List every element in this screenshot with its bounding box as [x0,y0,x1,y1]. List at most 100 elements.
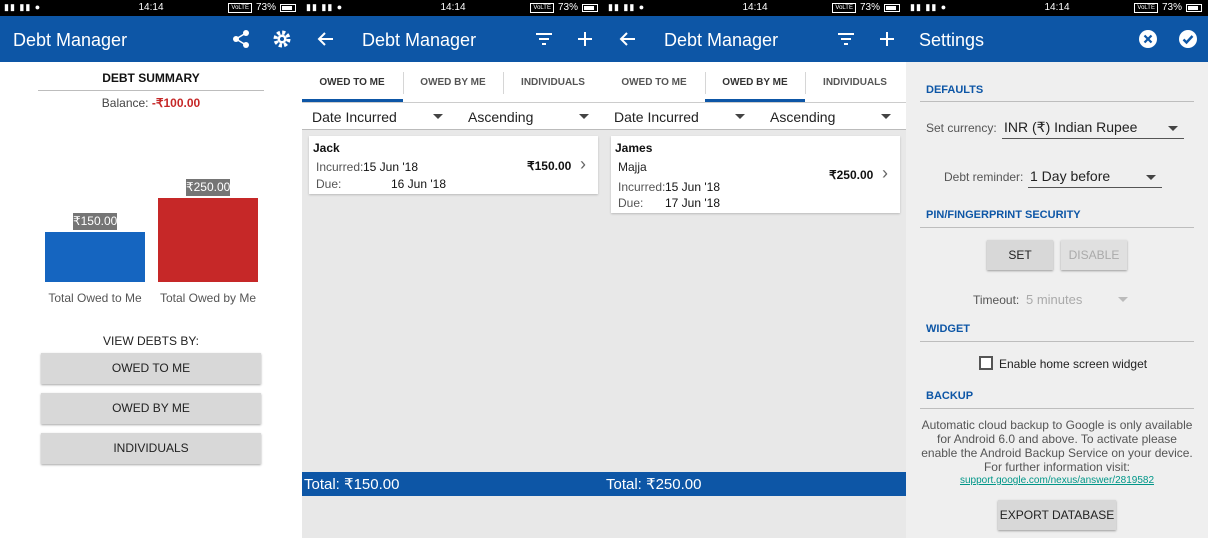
app-title: Debt Manager [13,30,128,50]
chart-category-label: Total Owed to Me [48,291,142,305]
total-bar: Total: ₹150.00 [302,472,604,496]
defaults-heading: DEFAULTS [926,84,984,96]
chart-category-label: Total Owed by Me [159,291,257,305]
backup-heading: BACKUP [926,390,974,402]
gear-icon[interactable] [269,26,295,52]
tab-owed-by-me[interactable]: OWED BY ME [705,62,805,102]
tab-owed-to-me[interactable]: OWED TO ME [302,62,402,102]
owed-to-me-button[interactable]: OWED TO ME [41,353,261,384]
currency-select[interactable]: INR (₹) Indian Rupee [1002,119,1184,139]
disable-pin-button[interactable]: DISABLE [1061,240,1127,270]
tab-individuals[interactable]: INDIVIDUALS [805,62,905,102]
section-divider [920,101,1194,102]
app-bar: Debt Manager [302,16,604,62]
tab-bar: OWED TO ME OWED BY ME INDIVIDUALS [302,62,604,103]
debtor-name: Jack [313,141,340,155]
summary-screen: ▮▮ ▮▮ ● 14:14 VoLTE 73% Debt Manager DEB… [0,0,302,538]
tab-owed-to-me[interactable]: OWED TO ME [604,62,704,102]
reminder-label: Debt reminder: [944,170,1024,184]
sort-order-caret-icon [881,114,891,119]
balance-value: -₹100.00 [151,96,201,110]
incurred-date: 15 Jun '18 [665,180,721,194]
sort-order-caret-icon [579,114,589,119]
reminder-value: 1 Day before [1030,168,1111,184]
filter-icon[interactable] [833,26,859,52]
sort-row: Date Incurred Ascending [604,102,906,130]
chevron-down-icon [1118,297,1128,302]
due-date: 17 Jun '18 [665,196,721,210]
sort-field-select[interactable]: Date Incurred [312,109,397,125]
debt-note: Majja [618,160,647,174]
volte-badge: VoLTE [228,2,252,13]
status-bar: ▮▮ ▮▮ ● 14:14 VoLTE 73% [0,0,302,16]
tab-owed-by-me[interactable]: OWED BY ME [403,62,503,102]
timeout-value: 5 minutes [1026,292,1083,307]
balance-label: Balance: [101,96,149,110]
filter-icon[interactable] [531,26,557,52]
battery-icon [582,3,598,12]
view-by-label: VIEW DEBTS BY: [102,334,200,348]
widget-checkbox-label: Enable home screen widget [999,357,1148,371]
timeout-select[interactable]: 5 minutes [1024,291,1128,309]
owed-by-me-screen: ▮▮ ▮▮ ● 14:14 VoLTE 73% Debt Manager OWE… [604,0,906,538]
debt-amount: ₹150.00 [527,159,572,173]
export-database-button[interactable]: EXPORT DATABASE [998,500,1116,530]
volte-badge: VoLTE [530,2,554,13]
status-right: VoLTE 73% [832,2,900,13]
debt-list-item[interactable]: James Majja Incurred: 15 Jun '18 Due: 17… [611,136,900,213]
status-right: VoLTE 73% [228,2,296,13]
status-bar: ▮▮ ▮▮ ● 14:14 VoLTE 73% [906,0,1208,16]
sort-field-caret-icon [735,114,745,119]
chevron-right-icon: › [580,154,586,174]
owed-by-me-button[interactable]: OWED BY ME [41,393,261,424]
incurred-label: Incurred: [316,160,364,174]
battery-icon [884,3,900,12]
status-bar: ▮▮ ▮▮ ● 14:14 VoLTE 73% [302,0,604,16]
chart-bar [158,198,258,282]
back-arrow-icon[interactable] [615,26,641,52]
widget-heading: WIDGET [926,323,970,335]
chart-bar [45,232,145,282]
summary-divider [38,90,264,91]
status-right: VoLTE 73% [530,2,598,13]
tab-individuals[interactable]: INDIVIDUALS [503,62,603,102]
incurred-date: 15 Jun '18 [363,160,419,174]
backup-description: Automatic cloud backup to Google is only… [921,418,1193,474]
widget-checkbox[interactable] [979,356,993,370]
volte-badge: VoLTE [832,2,856,13]
add-icon[interactable] [572,26,598,52]
due-date: 16 Jun '18 [391,177,447,191]
add-icon[interactable] [874,26,900,52]
set-pin-button[interactable]: SET [987,240,1053,270]
debt-list-item[interactable]: Jack Incurred: 15 Jun '18 Due: 16 Jun '1… [309,136,598,194]
backup-help-link[interactable]: support.google.com/nexus/answer/2819582 [920,475,1194,486]
settings-screen: ▮▮ ▮▮ ● 14:14 VoLTE 73% Settings DEFAULT… [906,0,1208,538]
chevron-down-icon [1146,175,1156,180]
battery-icon [280,3,296,12]
close-icon[interactable] [1135,26,1161,52]
chevron-right-icon: › [882,163,888,183]
app-bar: Debt Manager [604,16,906,62]
back-arrow-icon[interactable] [313,26,339,52]
settings-title: Settings [919,30,985,50]
battery-icon [1186,3,1202,12]
section-divider [920,408,1194,409]
individuals-button[interactable]: INDIVIDUALS [41,433,261,464]
security-heading: PIN/FINGERPRINT SECURITY [926,209,1081,221]
share-icon[interactable] [228,26,254,52]
sort-field-select[interactable]: Date Incurred [614,109,699,125]
currency-label: Set currency: [926,121,997,135]
due-label: Due: [618,196,644,210]
check-icon[interactable] [1175,26,1201,52]
balance-row: Balance: -₹100.00 [0,96,302,110]
debt-amount: ₹250.00 [829,168,874,182]
status-bar: ▮▮ ▮▮ ● 14:14 VoLTE 73% [604,0,906,16]
timeout-label: Timeout: [973,293,1020,307]
status-right: VoLTE 73% [1134,2,1202,13]
sort-order-select[interactable]: Ascending [468,109,533,125]
section-divider [920,341,1194,342]
owed-to-me-screen: ▮▮ ▮▮ ● 14:14 VoLTE 73% Debt Manager OWE… [302,0,604,538]
sort-order-select[interactable]: Ascending [770,109,835,125]
chart-data-label: ₹150.00 [73,213,118,230]
reminder-select[interactable]: 1 Day before [1028,168,1162,188]
